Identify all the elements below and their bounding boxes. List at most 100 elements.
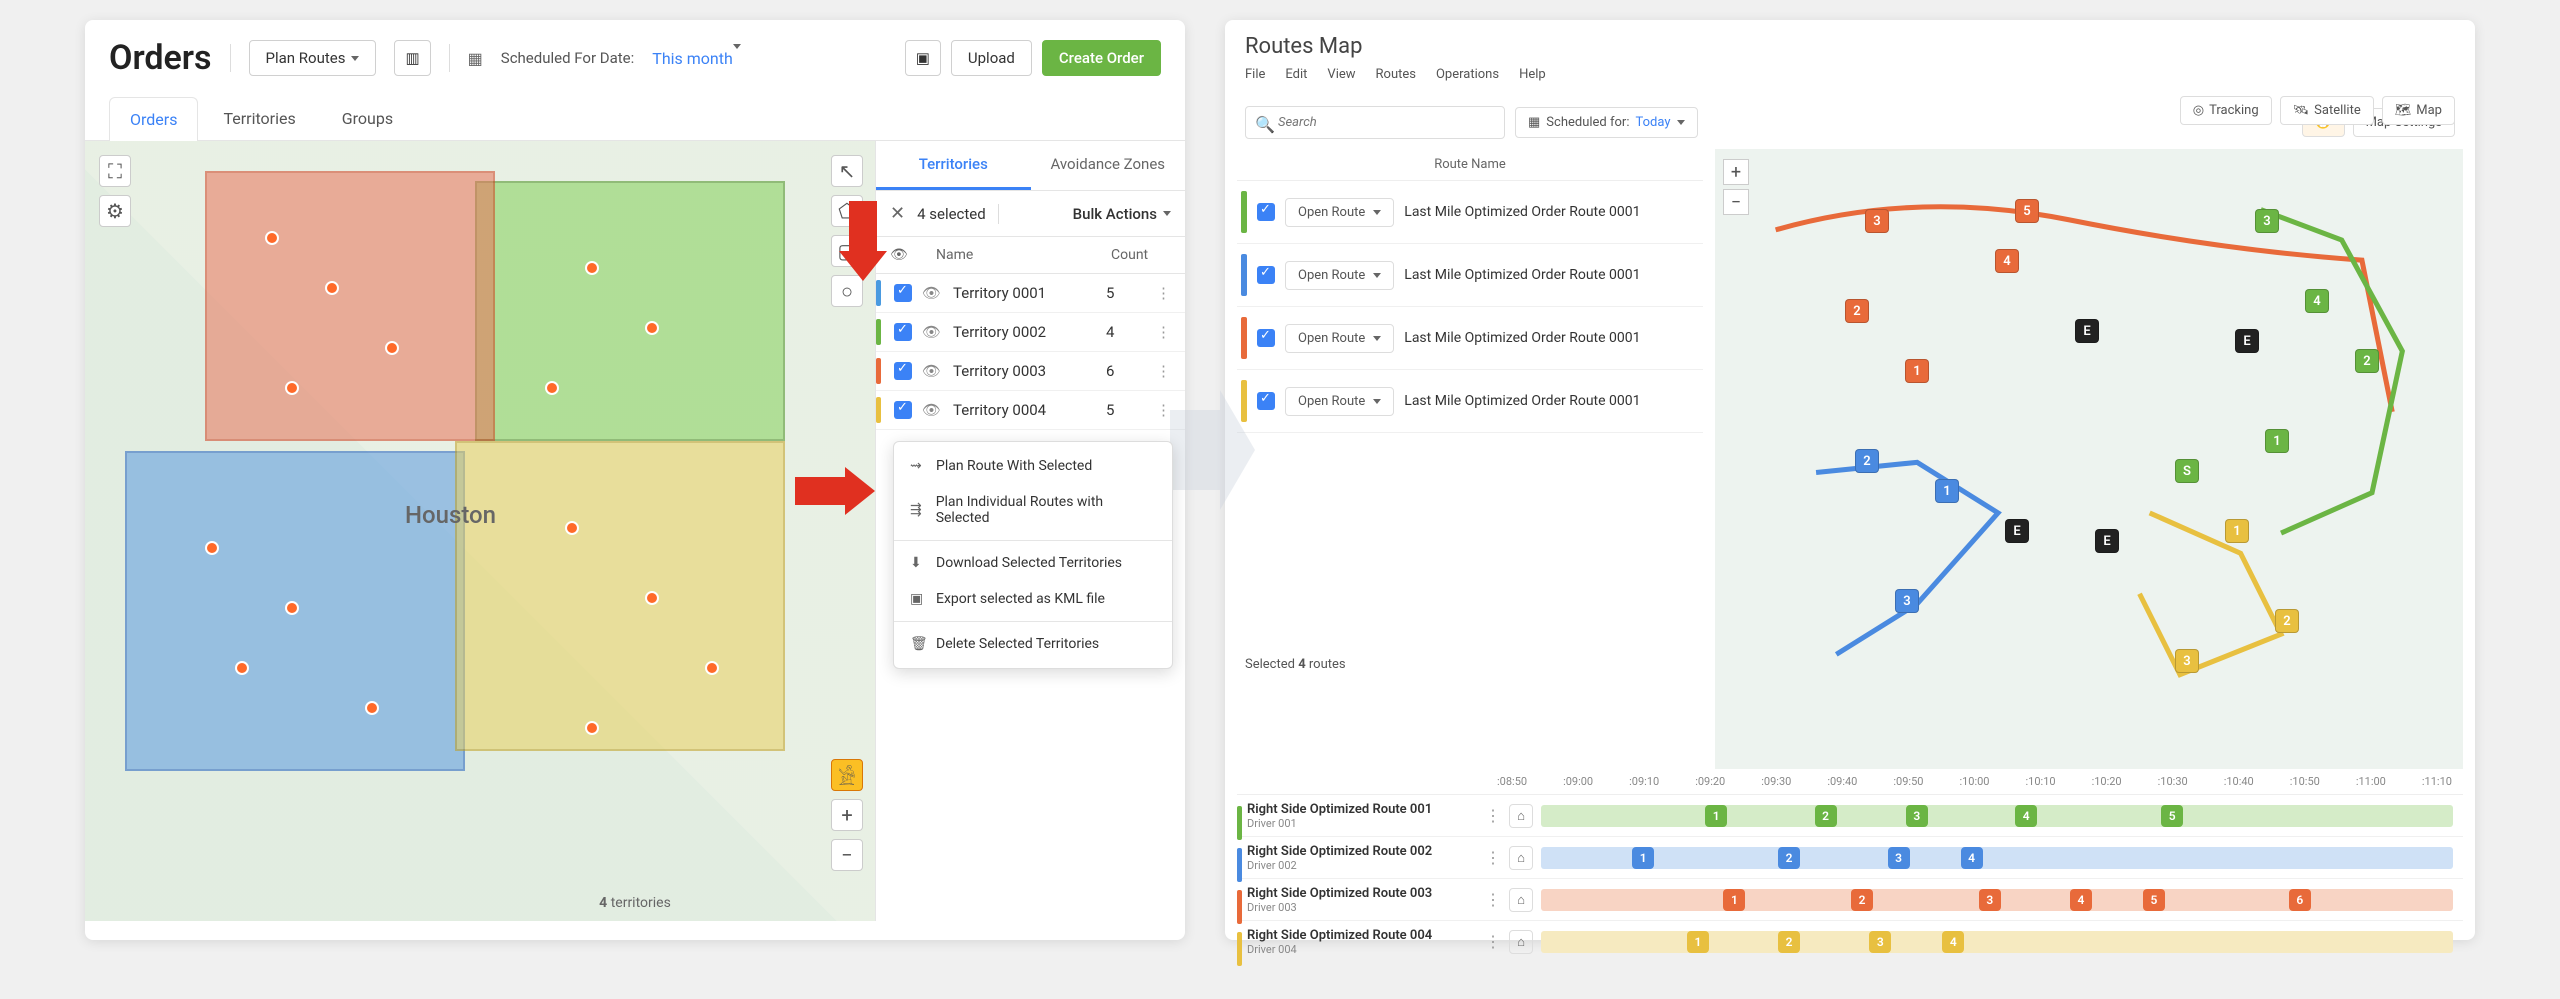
checkbox[interactable] (1257, 329, 1275, 347)
checkbox[interactable] (894, 401, 912, 419)
bulk-actions-dropdown[interactable]: Bulk Actions (1073, 205, 1171, 223)
timeline-stop[interactable]: 1 (1632, 847, 1654, 869)
menu-file[interactable]: File (1245, 67, 1265, 82)
timeline-row[interactable]: Right Side Optimized Route 003Driver 003… (1237, 879, 2463, 921)
open-route-button[interactable]: Open Route (1285, 324, 1394, 353)
map-stop[interactable]: 2 (1855, 449, 1879, 473)
menu-plan-individual-routes[interactable]: ⇶Plan Individual Routes with Selected (894, 484, 1172, 536)
timeline-stop[interactable]: 3 (1888, 847, 1910, 869)
map-stop[interactable]: 4 (1995, 249, 2019, 273)
search-input[interactable] (1245, 106, 1505, 139)
routes-map[interactable]: + − 3 5 4 2 1 3 4 2 1 S 2 1 3 1 2 3 E (1715, 149, 2463, 769)
create-order-button[interactable]: Create Order (1042, 40, 1161, 76)
map-stop[interactable]: 2 (2355, 349, 2379, 373)
pegman-icon[interactable]: 𓀀 (831, 759, 863, 791)
order-marker[interactable] (565, 521, 579, 535)
timeline-stop[interactable]: 4 (2070, 889, 2092, 911)
checkbox[interactable] (894, 323, 912, 341)
map-stop[interactable]: 2 (1845, 299, 1869, 323)
territory-row[interactable]: 👁Territory 00015⋮ (876, 274, 1185, 313)
map-toggle-button[interactable]: ▣ (905, 40, 941, 76)
timeline-stop[interactable]: 5 (2143, 889, 2165, 911)
more-icon[interactable]: ⋮ (1156, 284, 1171, 302)
side-tab-avoidance[interactable]: Avoidance Zones (1031, 141, 1186, 190)
order-marker[interactable] (235, 661, 249, 675)
timeline-stop[interactable]: 2 (1815, 805, 1837, 827)
timeline-stop[interactable]: 1 (1723, 889, 1745, 911)
menu-help[interactable]: Help (1519, 67, 1546, 82)
timeline-stop[interactable]: 3 (1979, 889, 2001, 911)
menu-routes[interactable]: Routes (1376, 67, 1416, 82)
timeline-stop[interactable]: 2 (1778, 847, 1800, 869)
order-marker[interactable] (205, 541, 219, 555)
scheduled-value[interactable]: This month (652, 49, 741, 68)
timeline-stop[interactable]: 3 (1906, 805, 1928, 827)
checkbox[interactable] (894, 284, 912, 302)
open-route-button[interactable]: Open Route (1285, 198, 1394, 227)
map-stop[interactable]: 3 (1865, 209, 1889, 233)
timeline-stop[interactable]: 2 (1778, 931, 1800, 953)
territory-shape[interactable] (205, 171, 495, 441)
timeline-stop[interactable]: 1 (1705, 805, 1727, 827)
more-icon[interactable]: ⋮ (1156, 323, 1171, 341)
calendar-icon[interactable]: ▦ (468, 49, 483, 68)
map-stop[interactable]: S (2175, 459, 2199, 483)
map-stop[interactable]: 1 (2265, 429, 2289, 453)
order-marker[interactable] (365, 701, 379, 715)
order-marker[interactable] (265, 231, 279, 245)
order-marker[interactable] (645, 591, 659, 605)
menu-download-territories[interactable]: ⬇Download Selected Territories (894, 545, 1172, 581)
map-stop[interactable]: 1 (1905, 359, 1929, 383)
tab-groups[interactable]: Groups (321, 96, 414, 140)
checkbox[interactable] (894, 362, 912, 380)
eye-icon[interactable]: 👁 (922, 401, 941, 419)
checkbox[interactable] (1257, 266, 1275, 284)
open-route-button[interactable]: Open Route (1285, 387, 1394, 416)
map-end-marker[interactable]: E (2075, 319, 2099, 343)
territories-tool-icon[interactable]: ▥ (394, 40, 430, 76)
territory-row[interactable]: 👁Territory 00036⋮ (876, 352, 1185, 391)
home-icon[interactable]: ⌂ (1509, 930, 1533, 954)
map-stop[interactable]: 3 (1895, 589, 1919, 613)
map-stop[interactable]: 3 (2255, 209, 2279, 233)
zoom-in-icon[interactable]: + (831, 799, 863, 831)
gear-icon[interactable]: ⚙ (99, 195, 131, 227)
menu-delete-territories[interactable]: 🗑Delete Selected Territories (894, 626, 1172, 662)
map-toggle[interactable]: 🗺Map (2382, 96, 2455, 125)
order-marker[interactable] (285, 601, 299, 615)
route-row[interactable]: Open Route Last Mile Optimized Order Rou… (1237, 181, 1703, 244)
order-marker[interactable] (585, 261, 599, 275)
territory-shape[interactable] (475, 181, 785, 441)
tab-orders[interactable]: Orders (109, 97, 198, 141)
eye-icon[interactable]: 👁 (922, 362, 941, 380)
territory-row[interactable]: 👁Territory 00024⋮ (876, 313, 1185, 352)
more-icon[interactable]: ⋮ (1156, 362, 1171, 380)
close-icon[interactable]: ✕ (890, 203, 905, 224)
timeline-stop[interactable]: 5 (2161, 805, 2183, 827)
menu-view[interactable]: View (1327, 67, 1355, 82)
timeline-stop[interactable]: 6 (2289, 889, 2311, 911)
scheduled-for-dropdown[interactable]: ▦ Scheduled for: Today (1515, 107, 1698, 138)
order-marker[interactable] (325, 281, 339, 295)
map-stop[interactable]: 3 (2175, 649, 2199, 673)
menu-plan-route-selected[interactable]: ⇝Plan Route With Selected (894, 448, 1172, 484)
more-icon[interactable]: ⋮ (1477, 890, 1509, 909)
timeline-stop[interactable]: 3 (1869, 931, 1891, 953)
tracking-toggle[interactable]: ◎Tracking (2180, 96, 2272, 125)
plan-routes-dropdown[interactable]: Plan Routes (249, 40, 377, 76)
map-stop[interactable]: 2 (2275, 609, 2299, 633)
route-row[interactable]: Open Route Last Mile Optimized Order Rou… (1237, 307, 1703, 370)
map-stop[interactable]: 1 (2225, 519, 2249, 543)
timeline-row[interactable]: Right Side Optimized Route 004Driver 004… (1237, 921, 2463, 963)
eye-icon[interactable]: 👁 (922, 284, 941, 302)
map-stop[interactable]: 5 (2015, 199, 2039, 223)
timeline-stop[interactable]: 4 (1961, 847, 1983, 869)
timeline-stop[interactable]: 4 (2015, 805, 2037, 827)
home-icon[interactable]: ⌂ (1509, 804, 1533, 828)
pointer-tool-icon[interactable]: ↖ (831, 155, 863, 187)
map-stop[interactable]: 1 (1935, 479, 1959, 503)
order-marker[interactable] (585, 721, 599, 735)
order-marker[interactable] (545, 381, 559, 395)
side-tab-territories[interactable]: Territories (876, 141, 1031, 190)
route-row[interactable]: Open Route Last Mile Optimized Order Rou… (1237, 244, 1703, 307)
